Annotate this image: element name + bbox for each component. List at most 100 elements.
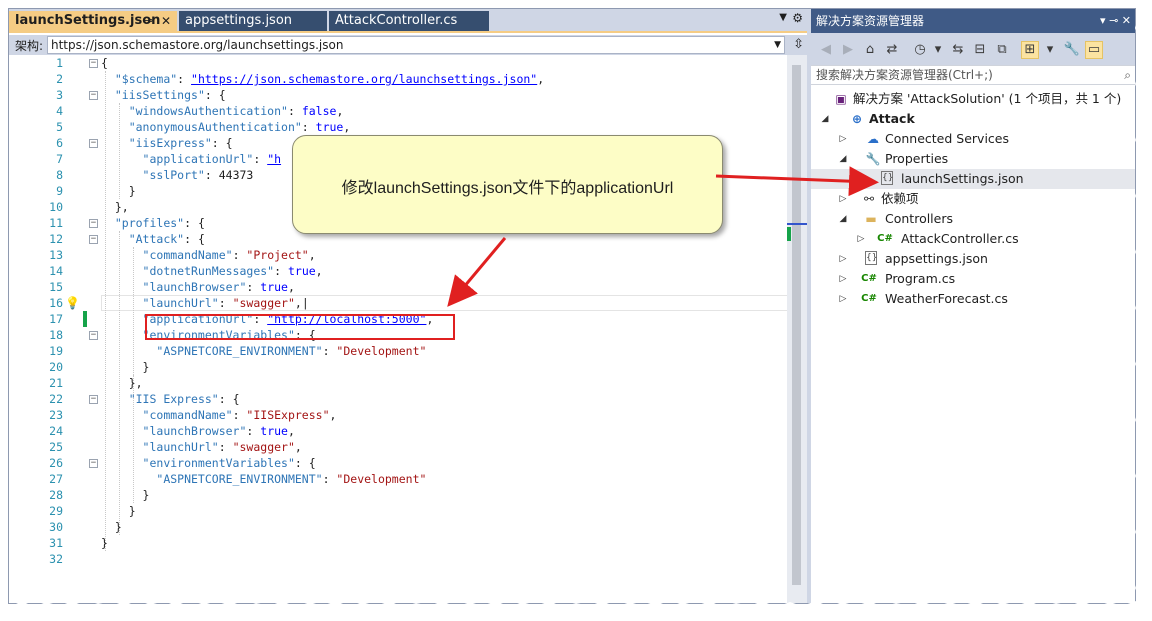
tree-item-connected-services[interactable]: ▷ ☁ Connected Services xyxy=(811,129,1135,149)
line-number: 12 xyxy=(49,232,63,246)
tree-item-dependencies[interactable]: ▷ ⚯ 依赖项 xyxy=(811,189,1135,209)
tab-appsettings[interactable]: appsettings.json xyxy=(179,11,327,31)
search-icon[interactable]: ⌕ xyxy=(1124,66,1131,84)
tree-item-controllers[interactable]: ◢ ▬ Controllers xyxy=(811,209,1135,229)
forward-icon[interactable]: ▶ xyxy=(839,41,857,59)
home-icon[interactable]: ⌂ xyxy=(861,41,879,59)
code-line: "launchBrowser": true, xyxy=(142,424,295,438)
solution-explorer-toolbar: ◀ ▶ ⌂ ⇄ ◷ ▾ ⇆ ⊟ ⧉ ⊞ ▾ 🔧 ▭ xyxy=(811,33,1135,65)
tree-item-label: appsettings.json xyxy=(885,251,988,266)
fold-toggle[interactable]: − xyxy=(89,331,98,340)
code-line: "dotnetRunMessages": true, xyxy=(142,264,323,278)
tree-item-properties[interactable]: ◢ 🔧 Properties xyxy=(811,149,1135,169)
line-number: 6 xyxy=(56,136,63,150)
line-number: 29 xyxy=(49,504,63,518)
preview-icon[interactable]: ▭ xyxy=(1085,41,1103,59)
change-marker xyxy=(787,227,791,241)
code-line: "iisSettings": { xyxy=(114,88,226,102)
line-number: 31 xyxy=(49,536,63,550)
change-marker xyxy=(83,311,87,327)
tree-item-label: WeatherForecast.cs xyxy=(885,291,1008,306)
line-number: 5 xyxy=(56,120,63,134)
fold-toggle[interactable]: − xyxy=(89,91,98,100)
gear-icon[interactable]: ⚙ xyxy=(792,11,803,25)
line-number: 9 xyxy=(56,184,63,198)
chevron-down-icon[interactable]: ▾ xyxy=(929,41,947,59)
line-number: 16 xyxy=(49,296,63,310)
fold-toggle[interactable]: − xyxy=(89,59,98,68)
line-number: 13 xyxy=(49,248,63,262)
scrollbar-thumb[interactable] xyxy=(792,65,801,585)
line-number: 24 xyxy=(49,424,63,438)
tree-item-label: Attack xyxy=(869,111,915,126)
chevron-right-icon[interactable]: ▷ xyxy=(837,189,849,209)
tab-label: launchSettings.json xyxy=(15,13,161,28)
chevron-right-icon[interactable]: ▷ xyxy=(837,289,849,309)
fold-toggle[interactable]: − xyxy=(89,219,98,228)
fold-toggle[interactable]: − xyxy=(89,395,98,404)
tree-item-solution[interactable]: ▣ 解决方案 'AttackSolution' (1 个项目，共 1 个) xyxy=(811,89,1135,109)
line-number: 25 xyxy=(49,440,63,454)
solution-explorer-title-bar: 解决方案资源管理器 ▾ ⊸ ✕ xyxy=(811,9,1135,33)
properties-wrench-icon[interactable]: 🔧 xyxy=(1063,41,1081,59)
caret-position-marker xyxy=(787,223,807,225)
code-line: "Attack": { xyxy=(128,232,205,246)
line-number: 27 xyxy=(49,472,63,486)
chevron-right-icon[interactable]: ▷ xyxy=(837,129,849,149)
code-line: "iisExpress": { xyxy=(128,136,233,150)
json-file-icon: {} xyxy=(881,171,894,185)
torn-edge-right xyxy=(1135,0,1152,621)
fold-toggle[interactable]: − xyxy=(89,139,98,148)
chevron-right-icon[interactable]: ▷ xyxy=(837,269,849,289)
code-line: "ASPNETCORE_ENVIRONMENT": "Development" xyxy=(156,344,427,358)
chevron-right-icon[interactable]: ▷ xyxy=(837,249,849,269)
editor-scrollbar[interactable] xyxy=(787,55,807,603)
tree-item-label: Properties xyxy=(885,151,949,166)
fold-toggle[interactable]: − xyxy=(89,459,98,468)
tree-item-attack-project[interactable]: ◢ ⊕ Attack xyxy=(811,109,1135,129)
chevron-down-icon[interactable]: ▾ xyxy=(1041,41,1059,59)
tree-item-attackcontroller[interactable]: ▷ C# AttackController.cs xyxy=(811,229,1135,249)
line-number: 7 xyxy=(56,152,63,166)
back-icon[interactable]: ◀ xyxy=(817,41,835,59)
split-editor-icon[interactable]: ⇳ xyxy=(793,37,804,52)
line-number: 23 xyxy=(49,408,63,422)
tab-list-dropdown-icon[interactable]: ▼ xyxy=(779,12,787,23)
pending-changes-icon[interactable]: ◷ xyxy=(911,41,929,59)
web-project-icon: ⊕ xyxy=(851,112,863,126)
line-number: 20 xyxy=(49,360,63,374)
tree-item-weatherforecast[interactable]: ▷ C# WeatherForecast.cs xyxy=(811,289,1135,309)
tree-item-appsettings[interactable]: ▷ {} appsettings.json xyxy=(811,249,1135,269)
annotation-highlight-box xyxy=(145,314,455,340)
line-number: 19 xyxy=(49,344,63,358)
ide-window: launchSettings.json ⊸ ✕ appsettings.json… xyxy=(8,8,1136,604)
code-line: { xyxy=(101,56,108,70)
schema-select[interactable]: https://json.schemastore.org/launchsetti… xyxy=(47,36,785,54)
lightbulb-icon[interactable]: 💡 xyxy=(65,295,80,311)
solution-explorer-search-input[interactable]: 搜索解决方案资源管理器(Ctrl+;) ⌕ xyxy=(811,65,1135,85)
expand-toggle-icon[interactable]: ◢ xyxy=(837,209,849,229)
expand-toggle-icon[interactable]: ◢ xyxy=(819,109,831,129)
expand-toggle-icon[interactable]: ◢ xyxy=(837,149,849,169)
line-number-gutter: 1 2 3 4 5 6 7 8 9 10 11 12 13 14 15 16 1… xyxy=(9,55,99,603)
tree-item-launchsettings[interactable]: {} launchSettings.json xyxy=(811,169,1135,189)
switch-views-icon[interactable]: ⇄ xyxy=(883,41,901,59)
close-icon[interactable]: ✕ xyxy=(161,11,171,31)
line-number: 11 xyxy=(49,216,63,230)
code-line: } xyxy=(101,184,136,198)
copy-icon[interactable]: ⧉ xyxy=(993,41,1011,59)
tree-item-program[interactable]: ▷ C# Program.cs xyxy=(811,269,1135,289)
collapse-all-icon[interactable]: ⊟ xyxy=(971,41,989,59)
fold-toggle[interactable]: − xyxy=(89,235,98,244)
tab-launchsettings[interactable]: launchSettings.json ⊸ ✕ xyxy=(9,11,177,31)
chevron-right-icon[interactable]: ▷ xyxy=(855,229,867,249)
code-line: "profiles": { xyxy=(114,216,205,230)
sync-icon[interactable]: ⇆ xyxy=(949,41,967,59)
tab-attackcontroller[interactable]: AttackController.cs xyxy=(329,11,489,31)
line-number: 8 xyxy=(56,168,63,182)
pane-controls[interactable]: ▾ ⊸ ✕ xyxy=(1100,9,1131,33)
properties-icon: 🔧 xyxy=(865,152,881,166)
solution-tree: ▣ 解决方案 'AttackSolution' (1 个项目，共 1 个) ◢ … xyxy=(811,89,1135,603)
show-all-files-icon[interactable]: ⊞ xyxy=(1021,41,1039,59)
pin-icon[interactable]: ⊸ xyxy=(144,11,153,31)
